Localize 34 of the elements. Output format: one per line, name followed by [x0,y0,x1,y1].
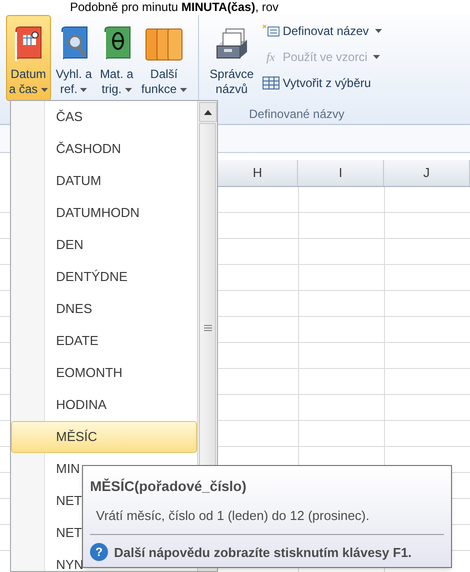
grip-icon [204,325,212,331]
ribbon-button[interactable]: Vyhl. a ref. [52,15,95,101]
menu-item[interactable]: MĚSÍC [11,421,197,453]
menu-item[interactable]: HODINA [45,389,197,421]
ribbon-button[interactable]: Mat. a trig. [96,15,136,101]
help-hint: Další nápovědu zobrazíte stisknutím klávesy F1. [114,544,412,562]
menu-item[interactable]: DENTÝDNE [45,261,197,293]
caption-text: Podobně pro minutu MINUTA(čas), rov [70,0,279,14]
menu-item[interactable]: ČAS [45,101,197,133]
scroll-up-button[interactable] [198,102,216,122]
ribbon-button[interactable]: Další funkce [138,15,190,101]
menu-item[interactable]: EDATE [45,325,197,357]
tooltip-description: Vrátí měsíc, číslo od 1 (leden) do 12 (prosinec). [96,507,370,525]
menu-item[interactable]: DEN [45,229,197,261]
column-header[interactable]: I [298,160,384,186]
table-icon [262,76,280,90]
help-icon: ? [90,543,108,562]
ribbon-small-button[interactable]: Vytvořit z výběru [260,71,383,95]
formula-icon: fx [262,48,280,66]
ribbon-button[interactable]: Správce názvů [206,15,257,101]
tag-icon [262,24,280,38]
ribbon-button[interactable]: Datum a čas [6,15,51,101]
books-icon [144,26,184,62]
menu-item[interactable]: DATUMHODN [45,197,197,229]
menu-item[interactable]: EOMONTH [45,357,197,389]
menu-item[interactable]: DATUM [45,165,197,197]
menu-item[interactable]: DNES [45,293,197,325]
tooltip-title: MĚSÍC(pořadové_číslo) [90,477,248,496]
calendar-book-icon [12,26,44,62]
group-label: Definované názvy [248,106,346,123]
ribbon-small-button[interactable]: Definovat název [260,19,383,43]
menu-item[interactable]: ČASHODN [45,133,197,165]
column-header[interactable]: J [384,160,470,186]
up-arrow-icon [204,110,212,114]
